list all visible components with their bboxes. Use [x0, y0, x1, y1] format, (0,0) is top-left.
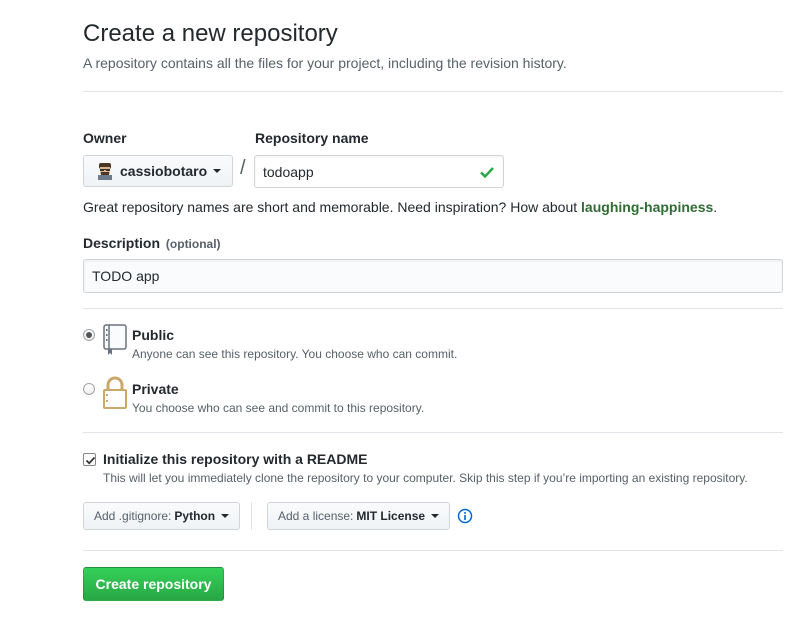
init-readme-desc: This will let you immediately clone the …: [103, 471, 748, 485]
optional-tag: (optional): [165, 237, 221, 251]
page-subtitle: A repository contains all the files for …: [83, 55, 567, 71]
gitignore-prefix: Add .gitignore:: [94, 509, 172, 523]
public-desc: Anyone can see this repository. You choo…: [132, 347, 458, 361]
description-value: TODO app: [92, 268, 160, 284]
repo-icon: [102, 324, 128, 361]
select-separator: [251, 502, 252, 530]
gitignore-value: Python: [174, 509, 216, 523]
divider: [83, 91, 783, 92]
hint-end: .: [713, 199, 718, 215]
caret-down-icon: [431, 514, 440, 518]
repository-name-value: todoapp: [263, 163, 314, 180]
public-radio[interactable]: [83, 329, 95, 341]
hint-text: Great repository names are short and mem…: [83, 199, 582, 215]
create-repository-button[interactable]: Create repository: [83, 567, 224, 601]
repository-name-input[interactable]: todoapp: [254, 155, 504, 188]
description-label-text: Description: [83, 235, 161, 251]
divider: [83, 308, 783, 309]
avatar: [96, 162, 114, 180]
init-readme-checkbox[interactable]: [83, 453, 96, 466]
private-desc: You choose who can see and commit to thi…: [132, 401, 425, 415]
private-title: Private: [132, 381, 179, 397]
gitignore-select-button[interactable]: Add .gitignore: Python: [83, 502, 241, 530]
owner-repo-separator: /: [240, 157, 246, 179]
license-prefix: Add a license:: [278, 509, 354, 523]
public-title: Public: [132, 327, 175, 343]
description-input[interactable]: TODO app: [83, 259, 783, 293]
owner-name: cassiobotaro: [120, 163, 208, 179]
description-label: Description (optional): [83, 234, 221, 253]
private-radio[interactable]: [83, 383, 95, 395]
repo-name-hint: Great repository names are short and mem…: [83, 198, 717, 216]
lock-icon: [102, 376, 128, 415]
divider: [83, 432, 783, 433]
divider: [83, 550, 783, 551]
check-icon: [479, 164, 495, 183]
page-title: Create a new repository: [83, 20, 338, 47]
owner-label: Owner: [83, 130, 127, 146]
repo-name-label: Repository name: [255, 130, 369, 146]
info-icon[interactable]: [457, 508, 473, 529]
license-value: MIT License: [356, 509, 426, 523]
init-readme-title: Initialize this repository with a README: [103, 451, 368, 467]
name-suggestion-link[interactable]: laughing-happiness: [581, 199, 713, 215]
owner-select-button[interactable]: cassiobotaro: [83, 155, 233, 187]
caret-down-icon: [221, 514, 230, 518]
caret-down-icon: [213, 169, 222, 173]
license-select-button[interactable]: Add a license: MIT License: [267, 502, 451, 530]
